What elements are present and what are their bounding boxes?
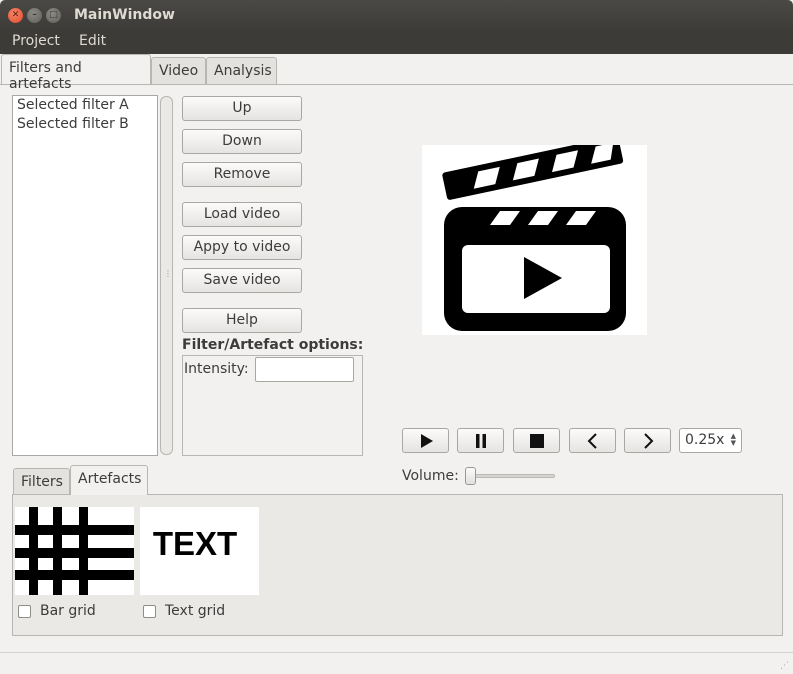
options-group: Intensity: [182,355,363,456]
menu-project[interactable]: Project [12,33,60,49]
selected-filters-list[interactable]: Selected filter A Selected filter B [12,95,158,456]
spin-arrows-icon[interactable]: ▲ ▼ [731,433,736,447]
menu-bar: Project Edit [0,31,793,54]
up-button[interactable]: Up [182,96,302,121]
bar-grid-label: Bar grid [40,603,96,619]
status-bar: ⋰ [0,652,793,674]
intensity-field[interactable] [255,357,354,382]
bottom-tab-bar: Filters Artefacts [12,465,783,495]
play-icon [421,434,433,448]
bar-grid-checkbox[interactable] [18,605,31,618]
menu-edit[interactable]: Edit [79,33,106,49]
apply-to-video-button[interactable]: Appy to video [182,235,302,260]
options-title: Filter/Artefact options: [182,337,364,353]
help-button[interactable]: Help [182,308,302,333]
clapperboard-icon [442,136,626,331]
next-frame-button[interactable] [624,428,671,453]
title-bar: ✕ – □ MainWindow [0,0,793,31]
minimize-window-button[interactable]: – [27,8,42,23]
video-preview [422,136,647,335]
tab-artefacts[interactable]: Artefacts [70,465,148,495]
intensity-label: Intensity: [184,361,249,377]
tab-analysis[interactable]: Analysis [206,57,277,85]
text-grid-checkbox[interactable] [143,605,156,618]
down-button[interactable]: Down [182,129,302,154]
previous-frame-button[interactable] [569,428,616,453]
bar-grid-thumbnail[interactable] [15,507,134,595]
list-item[interactable]: Selected filter B [13,115,157,134]
save-video-button[interactable]: Save video [182,268,302,293]
close-window-button[interactable]: ✕ [8,8,23,23]
main-tab-bar: Filters and artefacts Video Analysis [0,54,793,92]
pause-icon [476,434,486,448]
bar-grid-icon [15,507,134,595]
size-grip-icon[interactable]: ⋰ [780,661,789,671]
list-item[interactable]: Selected filter A [13,96,157,115]
tab-video[interactable]: Video [151,57,206,85]
remove-button[interactable]: Remove [182,162,302,187]
play-button[interactable] [402,428,449,453]
chevron-right-icon [644,433,654,449]
text-grid-label: Text grid [165,603,226,619]
maximize-window-button[interactable]: □ [46,8,61,23]
list-scrollbar[interactable]: ⋮ [160,96,173,455]
speed-value: 0.25x [685,432,725,448]
speed-spinbox[interactable]: 0.25x ▲ ▼ [679,428,742,453]
pause-button[interactable] [457,428,504,453]
load-video-button[interactable]: Load video [182,202,302,227]
text-grid-thumb-label: TEXT [152,525,238,562]
scrollbar-grip-icon: ⋮ [164,269,172,278]
stop-icon [530,434,544,448]
tab-filters-and-artefacts[interactable]: Filters and artefacts [1,54,151,92]
stop-button[interactable] [513,428,560,453]
text-grid-thumbnail[interactable]: TEXT [140,507,259,595]
chevron-left-icon [587,433,597,449]
window-title: MainWindow [74,7,175,23]
tab-filters[interactable]: Filters [13,468,70,495]
